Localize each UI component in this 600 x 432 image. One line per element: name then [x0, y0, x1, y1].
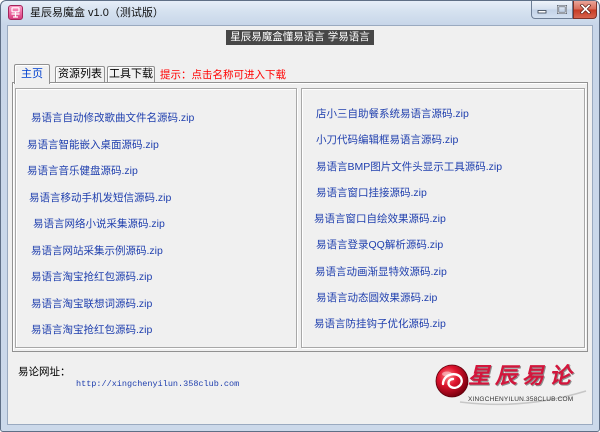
logo-swirl-icon: [435, 364, 469, 398]
download-link[interactable]: 易语言防挂钩子优化源码.zip: [302, 317, 584, 331]
client-area: 星辰易魔盒懂易语言 学易语言 主页 资源列表 工具下载 提示：点击名称可进入下载…: [7, 25, 593, 425]
app-icon[interactable]: [8, 5, 23, 20]
tab-home[interactable]: 主页: [14, 64, 50, 84]
close-icon: [579, 1, 591, 19]
download-link[interactable]: 易语言自动修改歌曲文件名源码.zip: [16, 111, 296, 138]
banner: 星辰易魔盒懂易语言 学易语言: [226, 30, 374, 45]
download-link[interactable]: 易语言淘宝抢红包源码.zip: [16, 323, 296, 337]
right-resource-panel: 店小三自助餐系统易语言源码.zip 小刀代码编辑框易语言源码.zip 易语言BM…: [301, 88, 585, 348]
download-link[interactable]: 易语言网站采集示例源码.zip: [16, 244, 296, 271]
brand-logo: 星辰易论 XINGCHENYILUN.358CLUB.COM: [434, 358, 590, 408]
site-url-link[interactable]: http://xingchenyilun.358club.com: [76, 379, 239, 390]
site-label: 易论网址：: [18, 366, 71, 378]
minimize-icon: [537, 1, 547, 19]
download-link[interactable]: 易语言音乐健盘源码.zip: [16, 164, 296, 191]
download-link[interactable]: 易语言淘宝联想词源码.zip: [16, 297, 296, 324]
app-window: 星辰易魔盒 v1.0（测试版） 星辰易魔盒懂易语言 学易语言 主页 资源列表 工…: [0, 0, 600, 432]
title-bar[interactable]: 星辰易魔盒 v1.0（测试版）: [1, 1, 599, 25]
close-button[interactable]: [573, 1, 597, 19]
download-link[interactable]: 易语言智能嵌入桌面源码.zip: [16, 138, 296, 165]
download-link[interactable]: 易语言登录QQ解析源码.zip: [302, 238, 584, 264]
download-link[interactable]: 易语言BMP图片文件头显示工具源码.zip: [302, 160, 584, 186]
download-link[interactable]: 易语言淘宝抢红包源码.zip: [16, 270, 296, 297]
window-title: 星辰易魔盒 v1.0（测试版）: [30, 7, 164, 19]
download-link[interactable]: 易语言窗口自绘效果源码.zip: [302, 212, 584, 238]
logo-text: 星辰易论: [468, 363, 577, 389]
tab-page: 易语言自动修改歌曲文件名源码.zip 易语言智能嵌入桌面源码.zip 易语言音乐…: [12, 82, 588, 352]
download-link[interactable]: 易语言动画渐显特效源码.zip: [302, 265, 584, 291]
download-link[interactable]: 小刀代码编辑框易语言源码.zip: [302, 133, 584, 159]
maximize-icon: [556, 1, 568, 19]
download-hint: 提示：点击名称可进入下载: [160, 69, 286, 81]
download-link[interactable]: 易语言窗口挂接源码.zip: [302, 186, 584, 212]
maximize-button[interactable]: [552, 1, 573, 19]
logo-subtext: XINGCHENYILUN.358CLUB.COM: [468, 396, 574, 403]
left-resource-panel: 易语言自动修改歌曲文件名源码.zip 易语言智能嵌入桌面源码.zip 易语言音乐…: [15, 88, 297, 348]
left-resource-list: 易语言自动修改歌曲文件名源码.zip 易语言智能嵌入桌面源码.zip 易语言音乐…: [16, 89, 296, 337]
tab-resource-list[interactable]: 资源列表: [55, 66, 105, 83]
download-link[interactable]: 易语言动态圆效果源码.zip: [302, 291, 584, 317]
download-link[interactable]: 易语言网络小说采集源码.zip: [16, 217, 296, 244]
tab-tool-download[interactable]: 工具下载: [107, 66, 155, 83]
right-resource-list: 店小三自助餐系统易语言源码.zip 小刀代码编辑框易语言源码.zip 易语言BM…: [302, 89, 584, 331]
minimize-button[interactable]: [531, 1, 553, 19]
download-link[interactable]: 易语言移动手机发短信源码.zip: [16, 191, 296, 218]
download-link[interactable]: 店小三自助餐系统易语言源码.zip: [302, 107, 584, 133]
